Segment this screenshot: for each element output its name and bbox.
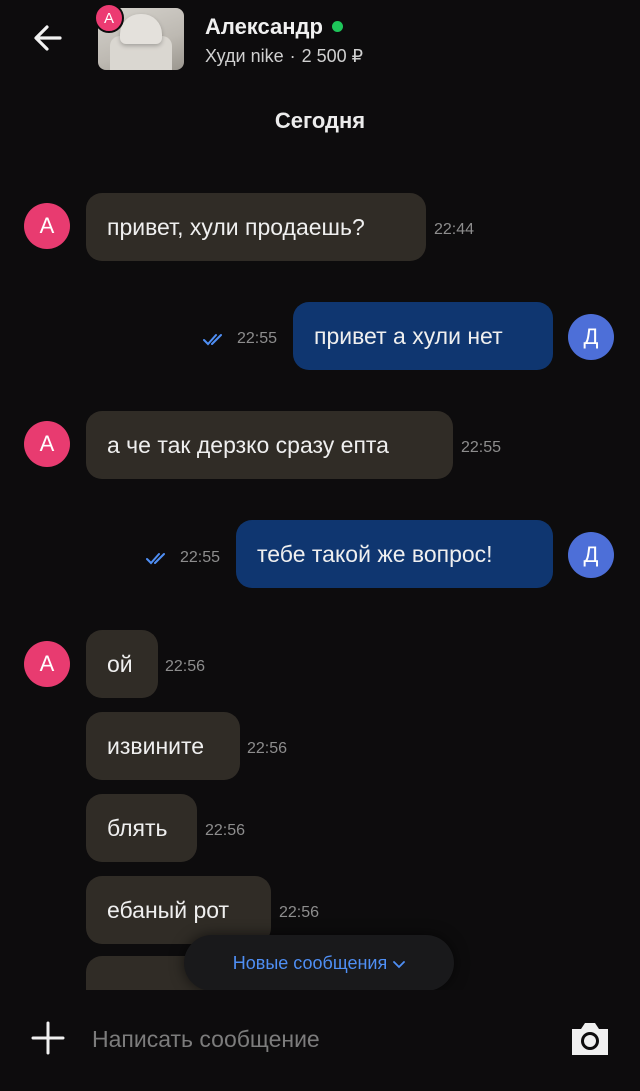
message-bubble-incoming[interactable]: блять (86, 794, 197, 862)
plus-icon[interactable] (28, 1018, 68, 1058)
sender-avatar[interactable]: А (24, 641, 70, 687)
message-bubble-incoming[interactable]: привет, хули продаешь? (86, 193, 426, 261)
message-text: ой (107, 650, 133, 677)
message-bubble-incoming[interactable]: извините (86, 712, 240, 780)
read-receipt-icon (203, 334, 222, 346)
listing-separator: · (289, 46, 296, 66)
message-input[interactable]: Написать сообщение (92, 1026, 320, 1053)
listing-price: 2 500 ₽ (301, 46, 364, 66)
message-time: 22:56 (205, 822, 246, 839)
message-time: 22:56 (247, 740, 288, 757)
contact-name[interactable]: Александр (205, 14, 343, 40)
message-text: блять (107, 814, 168, 841)
message-bubble-incoming[interactable]: ебаный рот (86, 876, 271, 944)
listing-info[interactable]: Худи nike · 2 500 ₽ (205, 46, 363, 67)
message-text: ебаный рот (107, 896, 230, 923)
sender-avatar[interactable]: А (24, 203, 70, 249)
message-text: привет а хули нет (314, 322, 503, 349)
online-status-dot (331, 20, 343, 32)
contact-avatar-badge: А (94, 3, 124, 33)
camera-icon[interactable] (568, 1020, 612, 1058)
message-bubble-outgoing[interactable]: привет а хули нет (293, 302, 553, 370)
message-time: 22:56 (279, 904, 320, 921)
hoodie-image-hood (120, 14, 162, 44)
message-time: 22:55 (180, 549, 221, 566)
message-bubble-incoming[interactable]: а че так дерзко сразу епта (86, 411, 453, 479)
message-text: а че так дерзко сразу епта (107, 431, 389, 458)
own-avatar[interactable]: Д (568, 314, 614, 360)
chevron-down-icon (393, 961, 406, 969)
sender-avatar[interactable]: А (24, 421, 70, 467)
message-composer: Написать сообщение (0, 990, 640, 1091)
new-messages-label: Новые сообщения (232, 952, 388, 973)
own-avatar[interactable]: Д (568, 532, 614, 578)
new-messages-button[interactable]: Новые сообщения (184, 935, 454, 991)
read-receipt-icon (146, 553, 165, 565)
message-text: извините (107, 732, 205, 759)
contact-name-text: Александр (205, 14, 323, 39)
listing-title: Худи nike (205, 46, 284, 66)
message-bubble-incoming[interactable]: ой (86, 630, 158, 698)
message-text: тебе такой же вопрос! (257, 540, 493, 567)
message-time: 22:44 (434, 221, 475, 238)
message-time: 22:55 (237, 330, 278, 347)
message-bubble-outgoing[interactable]: тебе такой же вопрос! (236, 520, 553, 588)
date-divider: Сегодня (274, 108, 366, 133)
message-time: 22:56 (165, 658, 206, 675)
chat-header: А Александр Худи nike · 2 500 ₽ (0, 0, 640, 80)
message-time: 22:55 (461, 439, 502, 456)
message-text: привет, хули продаешь? (107, 213, 365, 240)
back-arrow-icon[interactable] (30, 20, 66, 56)
